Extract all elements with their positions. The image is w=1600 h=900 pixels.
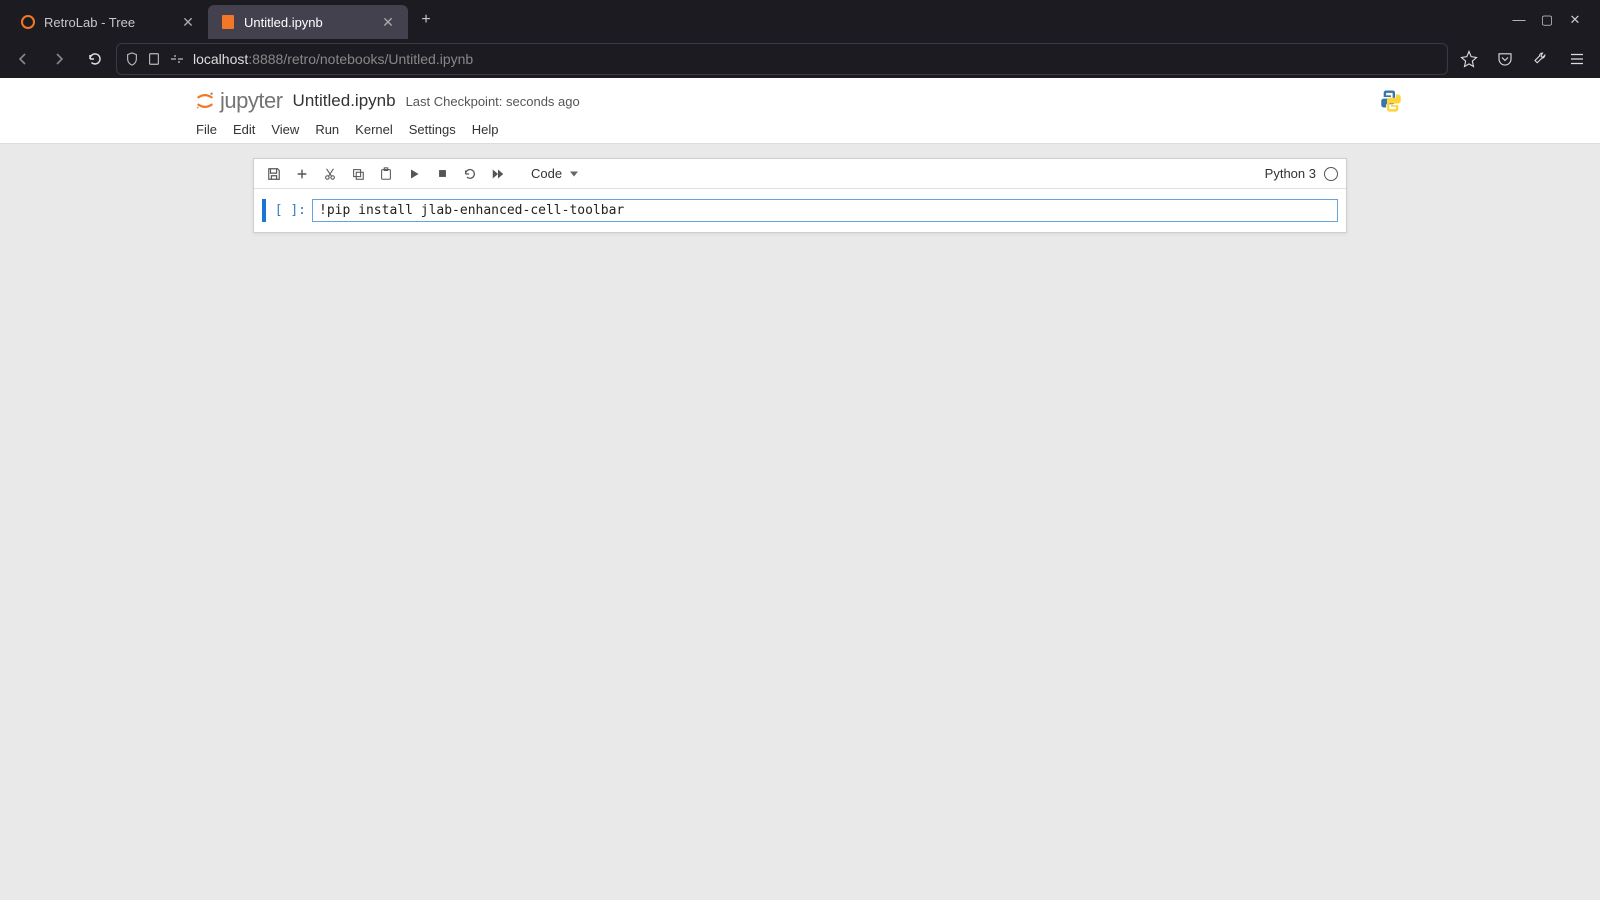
menu-settings[interactable]: Settings xyxy=(409,122,456,137)
window-controls: — ▢ ✕ xyxy=(1512,12,1592,28)
menu-edit[interactable]: Edit xyxy=(233,122,255,137)
notebook-toolbar: Code Python 3 xyxy=(254,159,1346,189)
reload-button[interactable] xyxy=(80,44,110,74)
tab-title: RetroLab - Tree xyxy=(44,15,172,30)
paste-button[interactable] xyxy=(374,162,398,186)
python-kernel-logo-icon xyxy=(1378,88,1404,114)
browser-tab-0[interactable]: RetroLab - Tree ✕ xyxy=(8,5,208,39)
tab-title: Untitled.ipynb xyxy=(244,15,372,30)
new-tab-button[interactable]: + xyxy=(412,6,440,34)
cell-type-select[interactable]: Code xyxy=(524,164,585,183)
page-info-icon xyxy=(147,52,161,66)
insert-cell-button[interactable] xyxy=(290,162,314,186)
menu-file[interactable]: File xyxy=(196,122,217,137)
notebook-panel: Code Python 3 [ ]: !pip install jlab-enh… xyxy=(253,158,1347,233)
restart-button[interactable] xyxy=(458,162,482,186)
favicon-notebook-icon xyxy=(220,14,236,30)
jupyter-header: jupyter Untitled.ipynb Last Checkpoint: … xyxy=(0,78,1600,144)
cell-prompt: [ ]: xyxy=(268,199,312,222)
url-port: :8888 xyxy=(248,51,283,67)
wrench-icon[interactable] xyxy=(1526,44,1556,74)
page-content: jupyter Untitled.ipynb Last Checkpoint: … xyxy=(0,78,1600,900)
save-button[interactable] xyxy=(262,162,286,186)
bookmark-icon[interactable] xyxy=(1454,44,1484,74)
forward-button[interactable] xyxy=(44,44,74,74)
close-icon[interactable]: ✕ xyxy=(380,14,396,30)
close-window-icon[interactable]: ✕ xyxy=(1568,12,1582,28)
menu-run[interactable]: Run xyxy=(315,122,339,137)
close-icon[interactable]: ✕ xyxy=(180,14,196,30)
menu-bar: File Edit View Run Kernel Settings Help xyxy=(0,118,1600,143)
kernel-status-icon[interactable] xyxy=(1324,167,1338,181)
menu-kernel[interactable]: Kernel xyxy=(355,122,393,137)
menu-view[interactable]: View xyxy=(271,122,299,137)
jupyter-logo[interactable]: jupyter xyxy=(194,88,283,114)
shield-icon xyxy=(125,52,139,66)
checkpoint-text: Last Checkpoint: seconds ago xyxy=(406,94,580,109)
jupyter-logo-icon xyxy=(194,90,216,112)
cut-button[interactable] xyxy=(318,162,342,186)
maximize-icon[interactable]: ▢ xyxy=(1540,12,1554,28)
cells-area: [ ]: !pip install jlab-enhanced-cell-too… xyxy=(254,189,1346,232)
cell-active-bar xyxy=(262,199,266,222)
minimize-icon[interactable]: — xyxy=(1512,12,1526,28)
restart-run-all-button[interactable] xyxy=(486,162,510,186)
hamburger-icon[interactable] xyxy=(1562,44,1592,74)
browser-chrome: RetroLab - Tree ✕ Untitled.ipynb ✕ + — ▢… xyxy=(0,0,1600,78)
toolbar-right-icons xyxy=(1454,44,1592,74)
run-button[interactable] xyxy=(402,162,426,186)
kernel-name[interactable]: Python 3 xyxy=(1265,166,1316,181)
tab-strip: RetroLab - Tree ✕ Untitled.ipynb ✕ + — ▢… xyxy=(0,0,1600,40)
jupyter-logo-text: jupyter xyxy=(220,88,283,114)
code-cell[interactable]: [ ]: !pip install jlab-enhanced-cell-too… xyxy=(262,199,1338,222)
pocket-icon[interactable] xyxy=(1490,44,1520,74)
url-text: localhost:8888/retro/notebooks/Untitled.… xyxy=(193,51,473,67)
favicon-retrolab-icon xyxy=(20,14,36,30)
interrupt-button[interactable] xyxy=(430,162,454,186)
menu-help[interactable]: Help xyxy=(472,122,499,137)
url-host: localhost xyxy=(193,51,248,67)
connection-icon xyxy=(169,52,185,66)
cell-type-value: Code xyxy=(531,166,562,181)
url-path: /retro/notebooks/Untitled.ipynb xyxy=(283,51,473,67)
browser-tab-1[interactable]: Untitled.ipynb ✕ xyxy=(208,5,408,39)
back-button[interactable] xyxy=(8,44,38,74)
notebook-name[interactable]: Untitled.ipynb xyxy=(293,91,396,111)
address-row: localhost:8888/retro/notebooks/Untitled.… xyxy=(0,40,1600,78)
copy-button[interactable] xyxy=(346,162,370,186)
address-bar[interactable]: localhost:8888/retro/notebooks/Untitled.… xyxy=(116,43,1448,75)
cell-input[interactable]: !pip install jlab-enhanced-cell-toolbar xyxy=(312,199,1338,222)
